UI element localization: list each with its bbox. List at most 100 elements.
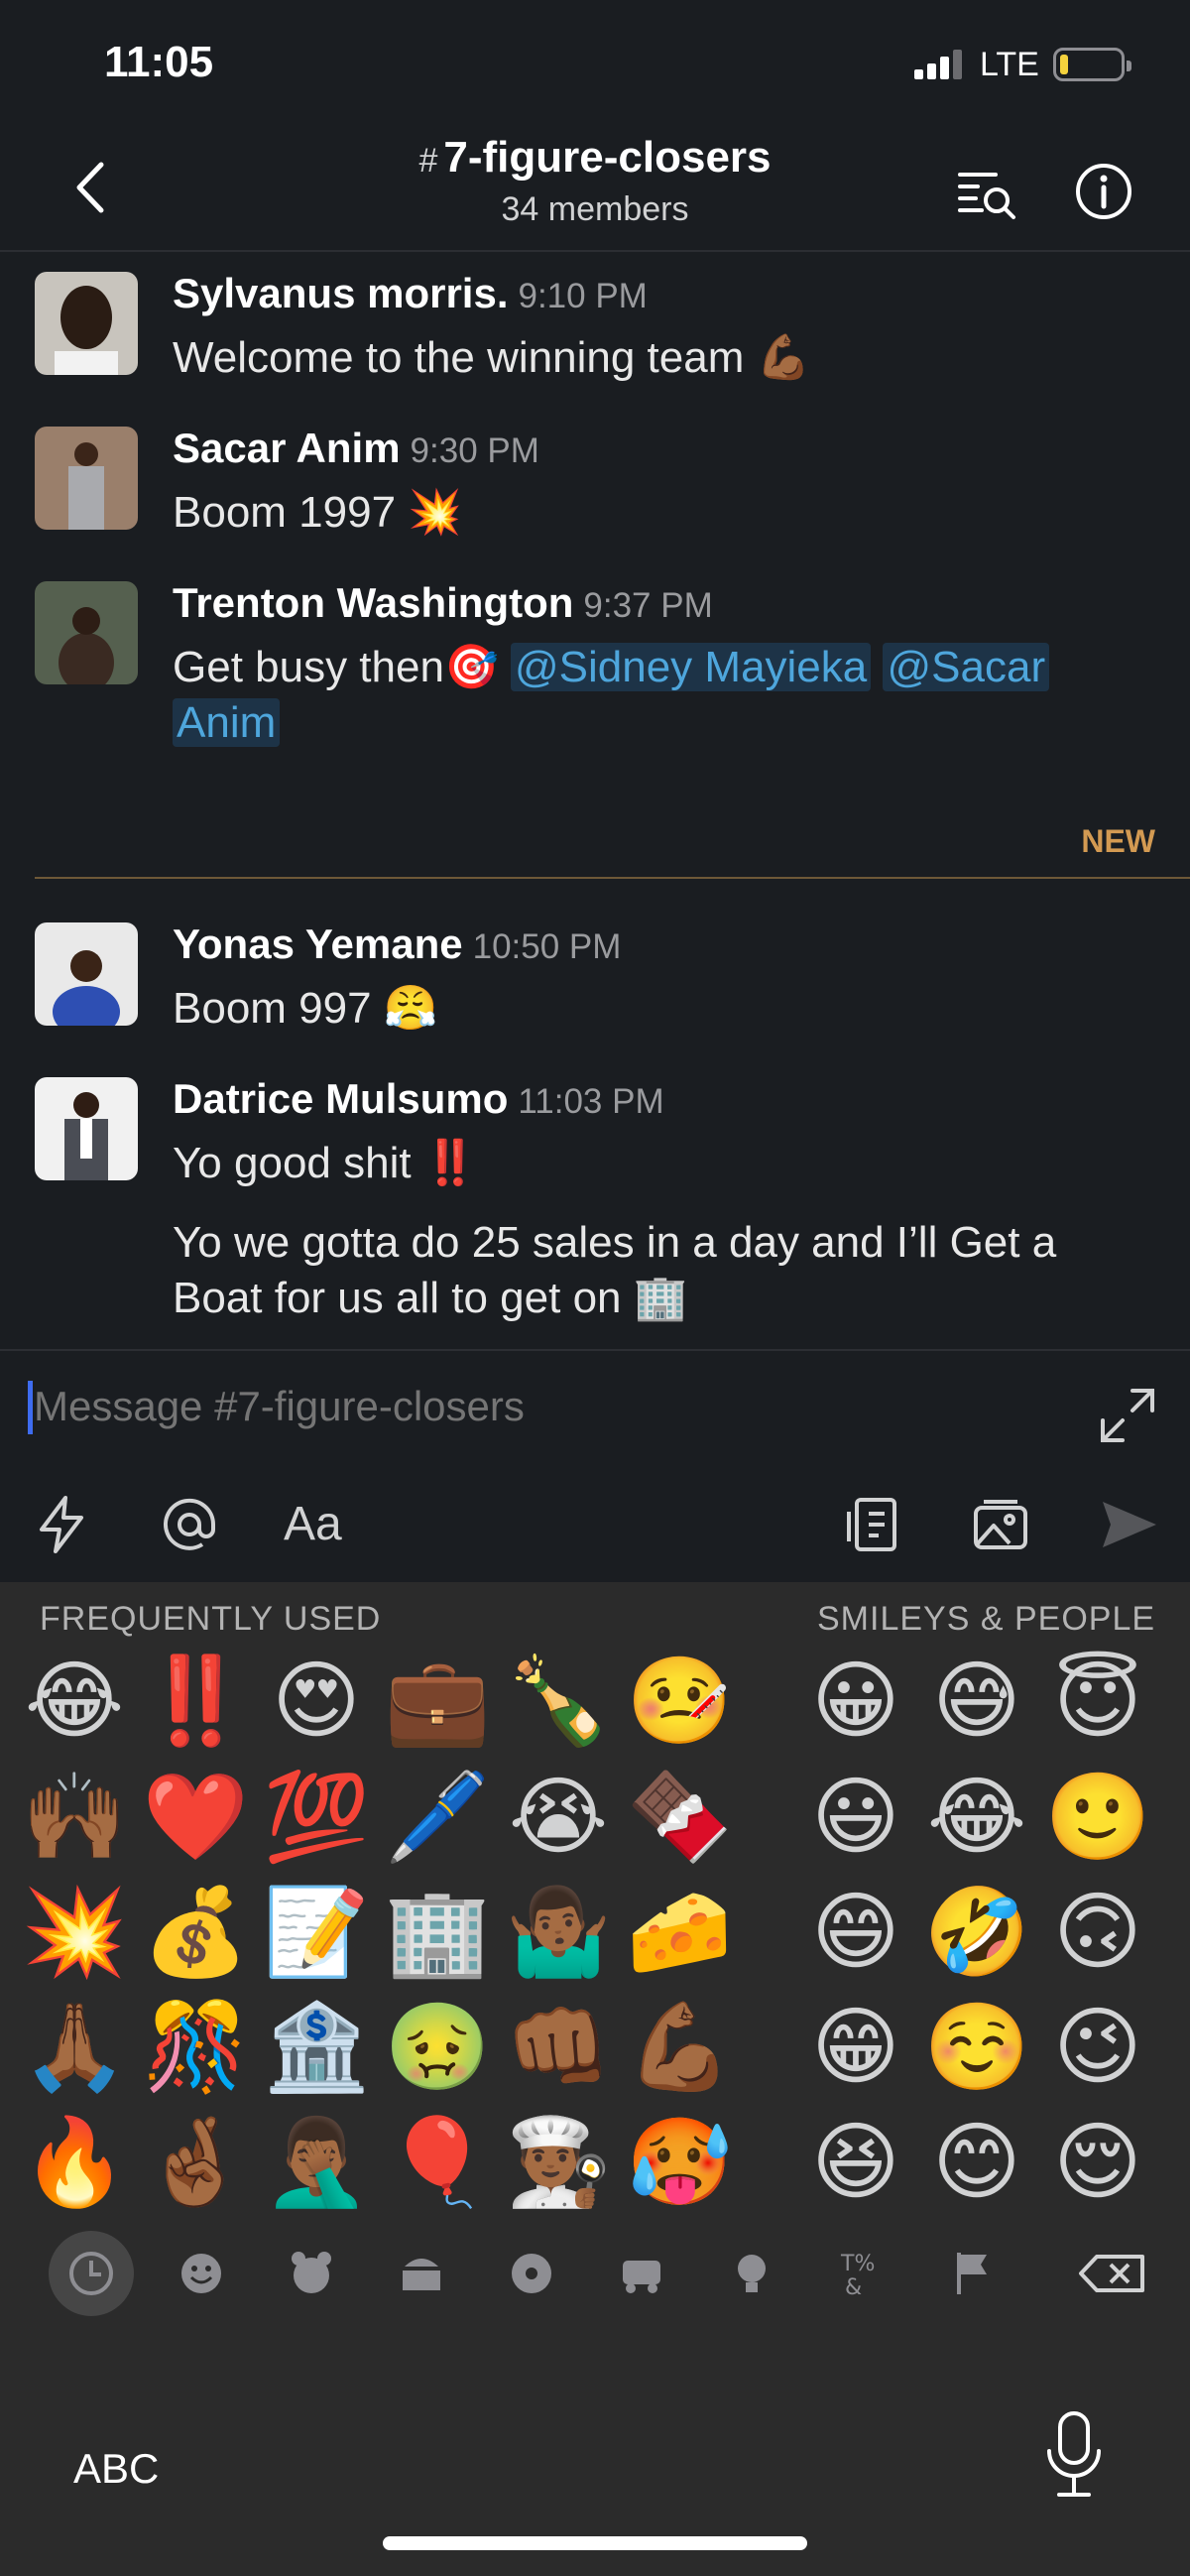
message-author[interactable]: Sylvanus morris. 9:10 PM: [173, 270, 648, 317]
emoji-key[interactable]: 🔥: [20, 2108, 129, 2217]
home-indicator[interactable]: [383, 2536, 807, 2550]
smileys-category-icon[interactable]: [159, 2231, 244, 2316]
avatar[interactable]: [35, 427, 138, 530]
emoji-key[interactable]: 🎊: [141, 1993, 250, 2102]
emoji-key[interactable]: 😂: [20, 1647, 129, 1756]
emoji-key[interactable]: 🍾: [504, 1647, 613, 1756]
double-exclamation-emoji: ‼️: [422, 1139, 478, 1187]
emoji-key[interactable]: 👨🏾‍🍳: [504, 2108, 613, 2217]
emoji-key[interactable]: 😌: [1043, 2108, 1152, 2217]
emoji-key[interactable]: 💰: [141, 1878, 250, 1987]
message-author[interactable]: Sacar Anim 9:30 PM: [173, 425, 539, 472]
emoji-key[interactable]: 👊🏾: [504, 1993, 613, 2102]
emoji-key[interactable]: 💪🏾: [625, 1993, 734, 2102]
attach-file-icon[interactable]: [839, 1490, 908, 1559]
emoji-key[interactable]: 🤞🏾: [141, 2108, 250, 2217]
emoji-key[interactable]: ❤️: [141, 1763, 250, 1872]
emoji-key[interactable]: 😭: [504, 1763, 613, 1872]
message-author[interactable]: Trenton Washington 9:37 PM: [173, 579, 713, 627]
message-time: 9:30 PM: [410, 431, 539, 470]
send-icon[interactable]: [1095, 1490, 1164, 1559]
message-author[interactable]: Yonas Yemane 10:50 PM: [173, 920, 621, 968]
expand-icon[interactable]: [1093, 1381, 1162, 1450]
channel-header: #7-figure-closers 34 members: [0, 129, 1190, 252]
emoji-key[interactable]: 😊: [922, 2108, 1031, 2217]
info-icon[interactable]: [1069, 157, 1138, 226]
message-text: Welcome to the winning team 💪🏾: [173, 333, 811, 382]
emoji-key[interactable]: 🏦: [262, 1993, 371, 2102]
message-composer: Aa: [0, 1349, 1190, 1582]
food-category-icon[interactable]: [379, 2231, 464, 2316]
emoji-key[interactable]: 🤒: [625, 1647, 734, 1756]
delete-backspace-icon[interactable]: [1069, 2231, 1158, 2316]
activity-category-icon[interactable]: [489, 2231, 574, 2316]
emoji-key[interactable]: 😅: [922, 1647, 1031, 1756]
animals-category-icon[interactable]: [269, 2231, 354, 2316]
photo-gallery-icon[interactable]: [966, 1490, 1035, 1559]
svg-text:T%: T%: [840, 2252, 875, 2276]
message-time: 9:37 PM: [583, 586, 713, 625]
emoji-key[interactable]: 🧀: [625, 1878, 734, 1987]
objects-category-icon[interactable]: [709, 2231, 794, 2316]
message-text: Anim: [173, 694, 281, 751]
user-mention[interactable]: Anim: [173, 698, 281, 747]
emoji-key[interactable]: 🤢: [383, 1993, 492, 2102]
avatar[interactable]: [35, 272, 138, 375]
search-channel-icon[interactable]: [952, 157, 1021, 226]
office-building-emoji: 🏢: [633, 1274, 688, 1322]
svg-text:&: &: [845, 2275, 862, 2300]
avatar[interactable]: [35, 581, 138, 684]
message-time: 9:10 PM: [518, 277, 648, 315]
direct-hit-emoji: 🎯: [443, 643, 499, 691]
emoji-key[interactable]: 😉: [1043, 1993, 1152, 2102]
emoji-key[interactable]: 🥵: [625, 2108, 734, 2217]
avatar[interactable]: [35, 1077, 138, 1180]
emoji-key[interactable]: 😂: [922, 1763, 1031, 1872]
format-text-button[interactable]: Aa: [284, 1490, 353, 1559]
symbols-category-icon[interactable]: T% &: [819, 2231, 904, 2316]
message-author[interactable]: Datrice Mulsumo 11:03 PM: [173, 1075, 664, 1123]
emoji-key[interactable]: 😃: [801, 1763, 910, 1872]
user-mention[interactable]: @Sacar: [883, 643, 1050, 691]
microphone-icon[interactable]: [1041, 2407, 1107, 2503]
signal-icon: [914, 50, 968, 79]
emoji-key[interactable]: 🎈: [383, 2108, 492, 2217]
emoji-key[interactable]: 😀: [801, 1647, 910, 1756]
recent-icon[interactable]: [49, 2231, 134, 2316]
message-text: Yo good shit ‼️: [173, 1139, 478, 1187]
emoji-key[interactable]: ‼️: [141, 1647, 250, 1756]
emoji-key[interactable]: 🤦🏾‍♂️: [262, 2108, 371, 2217]
message-input[interactable]: [34, 1383, 1025, 1430]
emoji-keyboard: FREQUENTLY USED SMILEYS & PEOPLE 😂 ‼️ 😍 💼 🍾 🤒…: [0, 1582, 1190, 2576]
emoji-key[interactable]: 🤷🏾‍♂️: [504, 1878, 613, 1987]
emoji-key[interactable]: 🙃: [1043, 1878, 1152, 1987]
shortcuts-lightning-icon[interactable]: [28, 1490, 97, 1559]
emoji-key[interactable]: 😆: [801, 2108, 910, 2217]
emoji-key[interactable]: 🍫: [625, 1763, 734, 1872]
emoji-key[interactable]: 📝: [262, 1878, 371, 1987]
emoji-key[interactable]: 😍: [262, 1647, 371, 1756]
message-text: Yo we gotta do 25 sales in a day and I’l…: [173, 1218, 1057, 1267]
avatar[interactable]: [35, 922, 138, 1026]
emoji-key[interactable]: 🤣: [922, 1878, 1031, 1987]
emoji-key[interactable]: 💥: [20, 1878, 129, 1987]
travel-category-icon[interactable]: [599, 2231, 684, 2316]
emoji-key[interactable]: 🏢: [383, 1878, 492, 1987]
emoji-key[interactable]: 💯: [262, 1763, 371, 1872]
emoji-key[interactable]: 😄: [801, 1878, 910, 1987]
mention-at-icon[interactable]: [155, 1490, 224, 1559]
emoji-key[interactable]: ☺️: [922, 1993, 1031, 2102]
emoji-key[interactable]: 🙂: [1043, 1763, 1152, 1872]
emoji-key[interactable]: 😁: [801, 1993, 910, 2102]
emoji-key[interactable]: 🙏🏾: [20, 1993, 129, 2102]
emoji-key[interactable]: 🙌🏾: [20, 1763, 129, 1872]
user-mention[interactable]: @Sidney Mayieka: [510, 643, 872, 691]
message-time: 10:50 PM: [472, 927, 622, 966]
emoji-key[interactable]: 😇: [1043, 1647, 1152, 1756]
abc-keyboard-button[interactable]: ABC: [73, 2445, 159, 2493]
flags-category-icon[interactable]: [929, 2231, 1014, 2316]
hash-icon: #: [418, 142, 438, 180]
emoji-key[interactable]: 🖊️: [383, 1763, 492, 1872]
section-smileys-people: SMILEYS & PEOPLE: [817, 1600, 1156, 1638]
emoji-key[interactable]: 💼: [383, 1647, 492, 1756]
